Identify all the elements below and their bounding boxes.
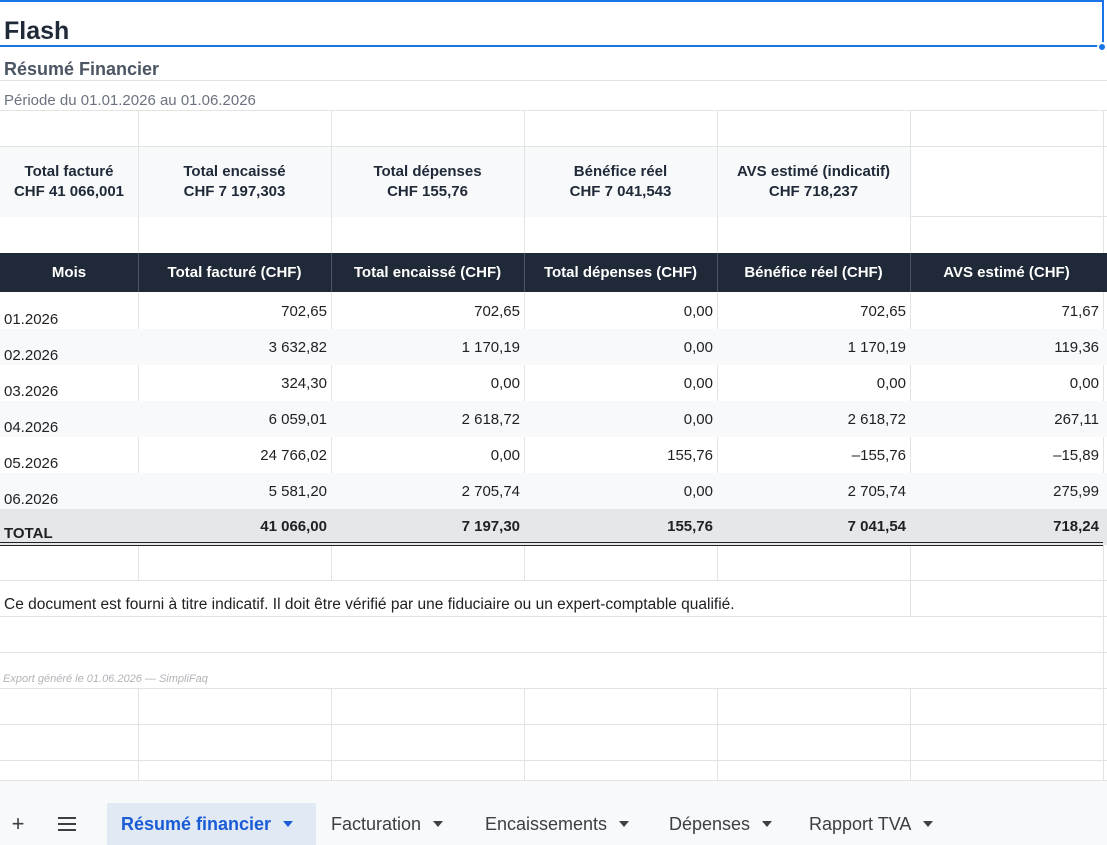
cell-benefice-reel[interactable]: 7 041,54: [717, 518, 906, 554]
selection-fill-handle[interactable]: [1097, 42, 1107, 52]
gridline: [0, 724, 1107, 725]
table-total-row[interactable]: TOTAL 41 066,00 7 197,30 155,76 7 041,54…: [0, 509, 1107, 545]
table-row[interactable]: 03.2026 324,30 0,00 0,00 0,00 0,00: [0, 365, 1107, 401]
chevron-down-icon[interactable]: [433, 821, 444, 827]
tab-label: Rapport TVA: [809, 813, 912, 834]
disclaimer-text: Ce document est fourni à titre indicatif…: [4, 596, 735, 613]
gridline: [0, 110, 1107, 111]
all-sheets-button[interactable]: [50, 803, 84, 845]
chevron-down-icon[interactable]: [619, 821, 630, 827]
gridline: [0, 80, 1107, 81]
cell-avs-estime[interactable]: 718,24: [910, 518, 1099, 554]
tab-label: Encaissements: [485, 813, 608, 834]
kpi-benefice-reel[interactable]: Bénéfice réel CHF 7 041,543: [524, 147, 717, 217]
plus-icon: +: [11, 811, 25, 836]
tab-depenses[interactable]: Dépenses: [655, 803, 786, 845]
tab-resume-financier[interactable]: Résumé financier: [107, 803, 316, 845]
kpi-value: CHF 155,76: [387, 183, 468, 200]
total-double-border: [0, 542, 1103, 546]
tab-label: Dépenses: [669, 813, 751, 834]
kpi-value: CHF 7 197,303: [183, 183, 286, 200]
column-header-total-facture[interactable]: Total facturé (CHF): [138, 253, 331, 292]
page-title: Flash: [4, 17, 70, 45]
kpi-label: Total dépenses: [373, 163, 482, 180]
kpi-value: CHF 41 066,001: [13, 183, 125, 200]
column-header-total-depenses[interactable]: Total dépenses (CHF): [524, 253, 717, 292]
kpi-total-encaisse[interactable]: Total encaissé CHF 7 197,303: [138, 147, 331, 217]
column-header-avs-estime[interactable]: AVS estimé (CHF): [910, 253, 1103, 292]
table-row[interactable]: 06.2026 5 581,20 2 705,74 0,00 2 705,74 …: [0, 473, 1107, 509]
kpi-total-facture[interactable]: Total facturé CHF 41 066,001: [0, 147, 138, 217]
tab-facturation[interactable]: Facturation: [317, 803, 457, 845]
kpi-total-depenses[interactable]: Total dépenses CHF 155,76: [331, 147, 524, 217]
column-header-total-encaisse[interactable]: Total encaissé (CHF): [331, 253, 524, 292]
table-row[interactable]: 04.2026 6 059,01 2 618,72 0,00 2 618,72 …: [0, 401, 1107, 437]
add-sheet-button[interactable]: +: [1, 803, 35, 845]
kpi-label: Total encaissé: [183, 163, 286, 180]
chevron-down-icon[interactable]: [923, 821, 934, 827]
gridline: [0, 652, 1107, 653]
chevron-down-icon[interactable]: [283, 821, 294, 827]
kpi-label: AVS estimé (indicatif): [736, 163, 891, 180]
gridline: [0, 760, 1107, 761]
selected-title-cell[interactable]: [0, 0, 1104, 47]
menu-icon: [58, 817, 76, 831]
report-subtitle: Résumé Financier: [4, 59, 160, 79]
kpi-value: CHF 718,237: [768, 183, 859, 200]
cell-total-facture[interactable]: 41 066,00: [138, 518, 327, 554]
tab-rapport-tva[interactable]: Rapport TVA: [795, 803, 947, 845]
kpi-label: Bénéfice réel: [573, 163, 668, 180]
column-header-mois[interactable]: Mois: [0, 253, 138, 292]
table-row[interactable]: 01.2026 702,65 702,65 0,00 702,65 71,67: [0, 293, 1107, 329]
table-row[interactable]: 02.2026 3 632,82 1 170,19 0,00 1 170,19 …: [0, 329, 1107, 365]
tab-label: Facturation: [331, 813, 422, 834]
tab-label: Résumé financier: [121, 813, 272, 834]
kpi-label: Total facturé: [24, 163, 114, 180]
chevron-down-icon[interactable]: [762, 821, 773, 827]
cell-total-encaisse[interactable]: 7 197,30: [331, 518, 520, 554]
report-period: Période du 01.01.2026 au 01.06.2026: [4, 92, 256, 109]
tab-encaissements[interactable]: Encaissements: [471, 803, 643, 845]
spreadsheet-grid[interactable]: Flash Résumé Financier Période du 01.01.…: [0, 0, 1107, 780]
kpi-divider: [910, 147, 911, 217]
kpi-avs-estime[interactable]: AVS estimé (indicatif) CHF 718,237: [717, 147, 910, 217]
gridline: [0, 688, 1107, 689]
kpi-value: CHF 7 041,543: [569, 183, 672, 200]
export-note: Export généré le 01.06.2026 — SimpliFaq: [3, 673, 208, 685]
cell-total-depenses[interactable]: 155,76: [524, 518, 713, 554]
table-row[interactable]: 05.2026 24 766,02 0,00 155,76 –155,76 –1…: [0, 437, 1107, 473]
column-header-benefice-reel[interactable]: Bénéfice réel (CHF): [717, 253, 910, 292]
